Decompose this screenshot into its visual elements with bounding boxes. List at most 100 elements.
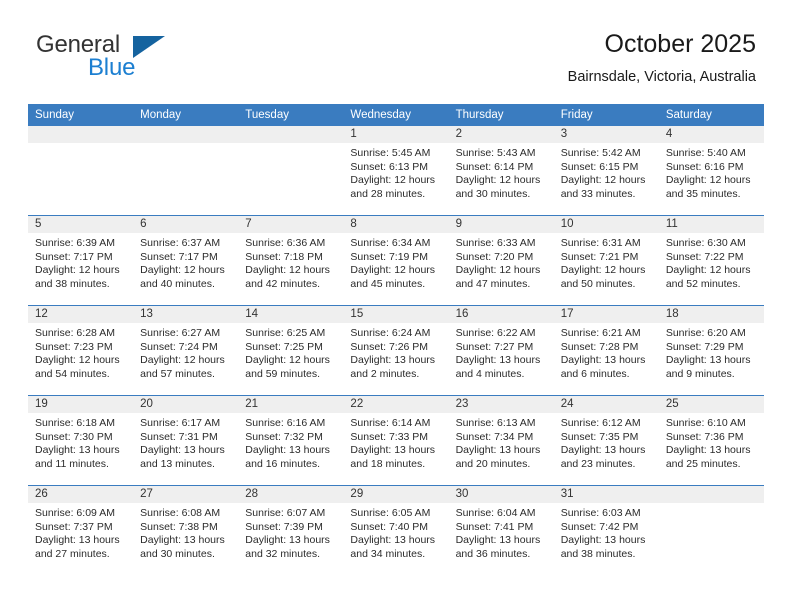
daylight-text: Daylight: 13 hours and 25 minutes.: [665, 444, 751, 470]
weekday-tuesday: Tuesday: [245, 109, 289, 121]
day-sun-info: Sunrise: 5:40 AM Sunset: 6:16 PM Daylight:…: [659, 143, 764, 201]
sunset-text: Sunset: 7:25 PM: [245, 340, 323, 353]
sunset-text: Sunset: 7:41 PM: [455, 520, 534, 533]
page-header: General Blue October 2025 Bairnsdale, Vi…: [0, 0, 792, 100]
day-number: 29: [343, 486, 449, 503]
sunrise-text: Sunrise: 6:20 AM: [665, 327, 746, 339]
day-sun-info: Sunrise: 6:24 AM Sunset: 7:26 PM Daylight:…: [343, 323, 448, 381]
calendar-day-cell[interactable]: 12 Sunrise: 6:28 AM Sunset: 7:23 PM Dayligh…: [28, 306, 134, 395]
weekday-saturday: Saturday: [665, 109, 712, 121]
day-number: 15: [343, 306, 449, 323]
calendar-day-cell[interactable]: 4 Sunrise: 5:40 AM Sunset: 6:16 PM Daylight…: [658, 126, 764, 215]
calendar-day-cell[interactable]: 15 Sunrise: 6:24 AM Sunset: 7:26 PM Dayligh…: [343, 306, 449, 395]
sunrise-text: Sunrise: 6:07 AM: [245, 507, 326, 519]
calendar-day-cell[interactable]: 3 Sunrise: 5:42 AM Sunset: 6:15 PM Daylight…: [553, 126, 659, 215]
sunrise-text: Sunrise: 6:37 AM: [140, 237, 221, 249]
sunset-text: Sunset: 7:26 PM: [350, 340, 429, 353]
calendar-day-cell[interactable]: 18 Sunrise: 6:20 AM Sunset: 7:29 PM Dayligh…: [658, 306, 764, 395]
sunrise-text: Sunrise: 6:34 AM: [350, 237, 431, 249]
day-number: 5: [28, 216, 134, 233]
calendar-day-cell[interactable]: 19 Sunrise: 6:18 AM Sunset: 7:30 PM Dayligh…: [28, 396, 134, 485]
weekday-monday: Monday: [140, 109, 182, 121]
day-sun-info: Sunrise: 6:25 AM Sunset: 7:25 PM Daylight:…: [238, 323, 343, 381]
calendar-day-cell[interactable]: 10 Sunrise: 6:31 AM Sunset: 7:21 PM Dayligh…: [553, 216, 659, 305]
daylight-text: Daylight: 13 hours and 6 minutes.: [560, 354, 646, 380]
day-number: 20: [133, 396, 239, 413]
calendar-day-cell[interactable]: 11 Sunrise: 6:30 AM Sunset: 7:22 PM Dayligh…: [658, 216, 764, 305]
calendar-day-cell[interactable]: 6 Sunrise: 6:37 AM Sunset: 7:17 PM Daylight…: [133, 216, 239, 305]
sunset-text: Sunset: 7:30 PM: [35, 430, 113, 443]
calendar-day-cell[interactable]: 21 Sunrise: 6:16 AM Sunset: 7:32 PM Dayligh…: [238, 396, 344, 485]
sunset-text: Sunset: 7:28 PM: [560, 340, 639, 353]
sunrise-text: Sunrise: 6:25 AM: [245, 327, 326, 339]
calendar-day-cell[interactable]: 20 Sunrise: 6:17 AM Sunset: 7:31 PM Dayligh…: [133, 396, 239, 485]
sunrise-text: Sunrise: 6:39 AM: [35, 237, 115, 249]
sunset-text: Sunset: 7:23 PM: [35, 340, 113, 353]
sunrise-text: Sunrise: 6:14 AM: [350, 417, 431, 429]
day-sun-info: Sunrise: 6:22 AM Sunset: 7:27 PM Daylight:…: [449, 323, 554, 381]
calendar-day-cell[interactable]: 22 Sunrise: 6:14 AM Sunset: 7:33 PM Dayligh…: [343, 396, 449, 485]
calendar-day-cell[interactable]: 5 Sunrise: 6:39 AM Sunset: 7:17 PM Daylight…: [28, 216, 134, 305]
day-sun-info: Sunrise: 6:16 AM Sunset: 7:32 PM Daylight:…: [238, 413, 343, 471]
daylight-text: Daylight: 12 hours and 28 minutes.: [350, 174, 436, 200]
calendar-grid: Sunday Monday Tuesday Wednesday Thursday…: [28, 104, 764, 575]
calendar-day-cell[interactable]: 31 Sunrise: 6:03 AM Sunset: 7:42 PM Dayligh…: [553, 486, 659, 575]
sunset-text: Sunset: 6:14 PM: [455, 160, 534, 173]
day-number: 25: [658, 396, 764, 413]
calendar-day-cell[interactable]: 24 Sunrise: 6:12 AM Sunset: 7:35 PM Dayligh…: [553, 396, 659, 485]
general-blue-logo[interactable]: General Blue: [36, 32, 236, 88]
day-sun-info: Sunrise: 5:45 AM Sunset: 6:13 PM Daylight:…: [343, 143, 448, 201]
calendar-day-cell[interactable]: 23 Sunrise: 6:13 AM Sunset: 7:34 PM Dayligh…: [448, 396, 554, 485]
calendar-day-cell[interactable]: 28 Sunrise: 6:07 AM Sunset: 7:39 PM Dayligh…: [238, 486, 344, 575]
sunrise-text: Sunrise: 5:43 AM: [455, 147, 536, 159]
daylight-text: Daylight: 13 hours and 34 minutes.: [350, 534, 436, 560]
daylight-text: Daylight: 13 hours and 9 minutes.: [665, 354, 751, 380]
sunrise-text: Sunrise: 6:12 AM: [560, 417, 641, 429]
sunrise-text: Sunrise: 6:16 AM: [245, 417, 326, 429]
calendar-day-cell[interactable]: 14 Sunrise: 6:25 AM Sunset: 7:25 PM Dayligh…: [238, 306, 344, 395]
day-sun-info: Sunrise: 6:39 AM Sunset: 7:17 PM Daylight:…: [28, 233, 133, 291]
calendar-day-cell[interactable]: 1 Sunrise: 5:45 AM Sunset: 6:13 PM Daylight…: [343, 126, 449, 215]
day-number: 7: [238, 216, 344, 233]
sunrise-text: Sunrise: 6:13 AM: [455, 417, 536, 429]
calendar-day-cell-empty: [133, 126, 239, 215]
day-number: 22: [343, 396, 449, 413]
sunset-text: Sunset: 7:29 PM: [665, 340, 744, 353]
day-number: 10: [553, 216, 659, 233]
day-number: 13: [133, 306, 239, 323]
calendar-page: General Blue October 2025 Bairnsdale, Vi…: [0, 0, 792, 612]
calendar-day-cell[interactable]: 26 Sunrise: 6:09 AM Sunset: 7:37 PM Dayligh…: [28, 486, 134, 575]
calendar-day-cell[interactable]: 25 Sunrise: 6:10 AM Sunset: 7:36 PM Dayligh…: [658, 396, 764, 485]
calendar-day-cell[interactable]: 29 Sunrise: 6:05 AM Sunset: 7:40 PM Dayligh…: [343, 486, 449, 575]
day-sun-info: Sunrise: 6:27 AM Sunset: 7:24 PM Daylight:…: [133, 323, 238, 381]
day-sun-info: Sunrise: 6:12 AM Sunset: 7:35 PM Daylight:…: [554, 413, 659, 471]
calendar-day-cell[interactable]: 13 Sunrise: 6:27 AM Sunset: 7:24 PM Dayligh…: [133, 306, 239, 395]
sunset-text: Sunset: 7:40 PM: [350, 520, 429, 533]
calendar-day-cell[interactable]: 27 Sunrise: 6:08 AM Sunset: 7:38 PM Dayligh…: [133, 486, 239, 575]
daylight-text: Daylight: 13 hours and 30 minutes.: [140, 534, 225, 560]
calendar-day-cell[interactable]: 9 Sunrise: 6:33 AM Sunset: 7:20 PM Daylight…: [448, 216, 554, 305]
weekday-sunday: Sunday: [35, 109, 75, 121]
sunset-text: Sunset: 7:21 PM: [560, 250, 639, 263]
logo-text-blue: Blue: [88, 54, 136, 81]
calendar-day-cell[interactable]: 30 Sunrise: 6:04 AM Sunset: 7:41 PM Dayligh…: [448, 486, 554, 575]
day-number: 9: [448, 216, 554, 233]
day-sun-info: Sunrise: 6:28 AM Sunset: 7:23 PM Daylight:…: [28, 323, 133, 381]
calendar-day-cell[interactable]: 17 Sunrise: 6:21 AM Sunset: 7:28 PM Dayligh…: [553, 306, 659, 395]
calendar-day-cell[interactable]: 16 Sunrise: 6:22 AM Sunset: 7:27 PM Dayligh…: [448, 306, 554, 395]
sunrise-text: Sunrise: 6:30 AM: [665, 237, 746, 249]
day-number: 1: [343, 126, 449, 143]
sunset-text: Sunset: 7:27 PM: [455, 340, 534, 353]
calendar-day-cell[interactable]: 8 Sunrise: 6:34 AM Sunset: 7:19 PM Daylight…: [343, 216, 449, 305]
day-number: 8: [343, 216, 449, 233]
day-number: 31: [553, 486, 659, 503]
title-block: October 2025 Bairnsdale, Victoria, Austr…: [568, 28, 756, 88]
day-number: 23: [448, 396, 554, 413]
sunrise-text: Sunrise: 6:33 AM: [455, 237, 536, 249]
sunrise-text: Sunrise: 6:24 AM: [350, 327, 431, 339]
calendar-week-row: 5 Sunrise: 6:39 AM Sunset: 7:17 PM Daylight…: [28, 215, 764, 305]
day-number: 28: [238, 486, 344, 503]
daylight-text: Daylight: 12 hours and 52 minutes.: [665, 264, 751, 290]
calendar-day-cell[interactable]: 7 Sunrise: 6:36 AM Sunset: 7:18 PM Daylight…: [238, 216, 344, 305]
calendar-day-cell[interactable]: 2 Sunrise: 5:43 AM Sunset: 6:14 PM Daylight…: [448, 126, 554, 215]
